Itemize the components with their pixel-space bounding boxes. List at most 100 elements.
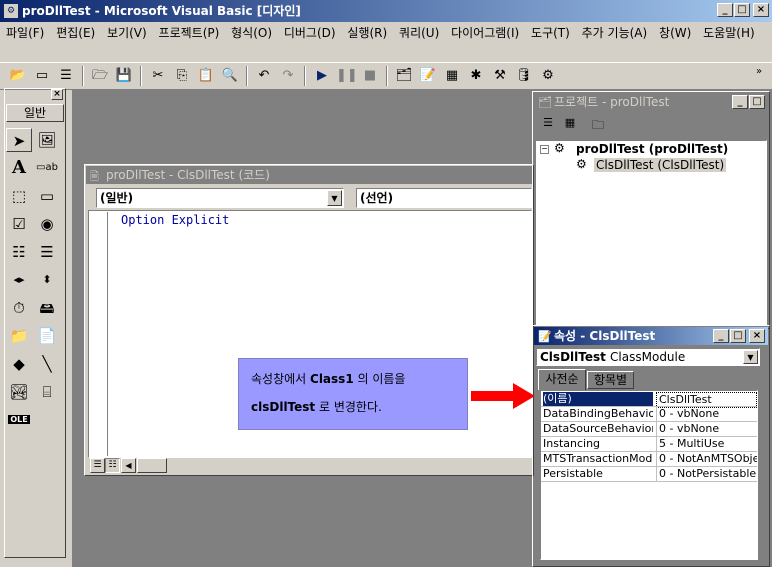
copy-icon[interactable]: ⎘ <box>172 66 192 86</box>
project-maximize-button[interactable]: □ <box>749 95 765 109</box>
property-value[interactable]: ClsDllTest <box>656 392 757 408</box>
maximize-button[interactable]: □ <box>734 3 750 17</box>
paste-icon[interactable]: 📋 <box>196 66 216 86</box>
close-button[interactable]: × <box>753 3 769 17</box>
property-row[interactable]: DataSourceBehavior 0 - vbNone <box>541 422 757 437</box>
property-row[interactable]: DataBindingBehavior 0 - vbNone <box>541 407 757 422</box>
component-manager-icon[interactable]: ⚙ <box>538 66 558 86</box>
menu-window[interactable]: 창(W) <box>659 24 691 42</box>
open-icon[interactable]: 🗁 <box>90 66 110 86</box>
timer-icon[interactable]: ⏱ <box>6 296 32 320</box>
start-icon[interactable]: ▶ <box>312 66 332 86</box>
command-button-icon[interactable]: ▭ <box>34 184 60 208</box>
tree-collapse-icon[interactable]: − <box>540 145 549 154</box>
break-icon[interactable]: ❚❚ <box>336 66 358 86</box>
picture-box-icon[interactable]: 🖼 <box>34 128 60 152</box>
label-icon[interactable]: A <box>6 156 32 180</box>
property-value[interactable]: 0 - NotAnMTSObject <box>656 452 757 466</box>
tree-item-class[interactable]: ClsDllTest (ClsDllTest) <box>594 158 727 172</box>
menu-project[interactable]: 프로젝트(P) <box>159 24 220 42</box>
frame-icon[interactable]: ⬚ <box>6 184 32 208</box>
toolbox-tab-general[interactable]: 일반 <box>6 104 64 122</box>
find-icon[interactable]: 🔍 <box>220 66 240 86</box>
view-object-icon[interactable]: ▦ <box>560 116 580 134</box>
project-minimize-button[interactable]: _ <box>732 95 748 109</box>
view-code-icon[interactable]: ☰ <box>538 116 558 134</box>
callout-text: 의 이름을 <box>353 372 406 386</box>
dir-list-icon[interactable]: 📁 <box>6 324 32 348</box>
menu-view[interactable]: 보기(V) <box>107 24 147 42</box>
project-explorer-icon[interactable]: 🗂 <box>394 66 414 86</box>
menu-addins[interactable]: 추가 기능(A) <box>582 24 648 42</box>
menu-diagram[interactable]: 다이어그램(I) <box>451 24 519 42</box>
property-value[interactable]: 0 - vbNone <box>656 422 757 436</box>
ole-icon[interactable]: OLE <box>6 408 32 432</box>
procedure-view-icon[interactable]: ☰ <box>90 458 105 473</box>
hscroll-icon[interactable]: ◂▸ <box>6 268 32 292</box>
shape-icon[interactable]: ◆ <box>6 352 32 376</box>
menu-editor-icon[interactable]: ☰ <box>56 66 76 86</box>
menu-help[interactable]: 도움말(H) <box>703 24 755 42</box>
file-list-icon[interactable]: 📄 <box>34 324 60 348</box>
toolbox-icon[interactable]: ⚒ <box>490 66 510 86</box>
properties-window-icon[interactable]: 📝 <box>418 66 438 86</box>
listbox-icon[interactable]: ☰ <box>34 240 60 264</box>
toolbox-close-button[interactable]: × <box>51 89 63 100</box>
tree-item-project[interactable]: proDllTest (proDllTest) <box>576 142 728 156</box>
minimize-button[interactable]: _ <box>717 3 733 17</box>
menu-tools[interactable]: 도구(T) <box>531 24 570 42</box>
menu-format[interactable]: 형식(O) <box>231 24 272 42</box>
code-text[interactable]: Option Explicit <box>121 213 229 227</box>
menu-debug[interactable]: 디버그(D) <box>284 24 336 42</box>
image-icon[interactable]: 🏞 <box>6 380 32 404</box>
line-icon[interactable]: ╲ <box>34 352 60 376</box>
option-button-icon[interactable]: ◉ <box>34 212 60 236</box>
properties-minimize-button[interactable]: _ <box>713 329 729 343</box>
property-row[interactable]: Instancing 5 - MultiUse <box>541 437 757 452</box>
textbox-icon[interactable]: ▭ab <box>34 156 60 180</box>
vb-app-icon: ⚙ <box>4 4 18 18</box>
chevron-down-icon[interactable]: ▼ <box>743 350 758 364</box>
property-row[interactable]: (이름) ClsDllTest <box>541 392 757 408</box>
pointer-icon[interactable]: ➤ <box>6 128 32 152</box>
cut-icon[interactable]: ✂ <box>148 66 168 86</box>
data-view-icon[interactable]: 🛢 <box>514 66 534 86</box>
properties-window-title-bar: 📝 속성 - ClsDllTest _ □ × <box>534 327 768 345</box>
hscroll-thumb[interactable] <box>137 458 167 473</box>
drive-list-icon[interactable]: 🖴 <box>34 296 60 320</box>
menu-edit[interactable]: 편집(E) <box>56 24 95 42</box>
property-row[interactable]: MTSTransactionMode 0 - NotAnMTSObject <box>541 452 757 467</box>
properties-object-combobox[interactable]: ClsDllTest ClassModule ▼ <box>536 348 760 366</box>
procedure-combobox[interactable]: (선언) <box>356 188 532 208</box>
menu-file[interactable]: 파일(F) <box>6 24 44 42</box>
save-icon[interactable]: 💾 <box>114 66 134 86</box>
object-browser-icon[interactable]: ✱ <box>466 66 486 86</box>
property-value[interactable]: 5 - MultiUse <box>656 437 757 451</box>
add-form-icon[interactable]: ▭ <box>32 66 52 86</box>
combobox-icon[interactable]: ☷ <box>6 240 32 264</box>
vscroll-icon[interactable]: ⬍ <box>34 268 60 292</box>
property-value[interactable]: 0 - vbNone <box>656 407 757 421</box>
menu-query[interactable]: 쿼리(U) <box>399 24 439 42</box>
scroll-left-icon[interactable]: ◀ <box>121 458 136 473</box>
tab-alphabetic[interactable]: 사전순 <box>538 369 586 390</box>
toggle-folders-icon[interactable]: 🗀 <box>588 116 608 134</box>
add-project-icon[interactable]: 📂 <box>8 66 28 86</box>
properties-close-button[interactable]: × <box>749 329 765 343</box>
checkbox-icon[interactable]: ☑ <box>6 212 32 236</box>
full-module-view-icon[interactable]: ☷ <box>105 458 120 473</box>
toolbar-overflow-icon[interactable]: » <box>756 66 762 77</box>
end-icon[interactable]: ■ <box>360 66 380 86</box>
redo-icon[interactable]: ↷ <box>278 66 298 86</box>
property-value[interactable]: 0 - NotPersistable <box>656 467 757 481</box>
tab-categorized[interactable]: 항목별 <box>587 371 634 389</box>
undo-icon[interactable]: ↶ <box>254 66 274 86</box>
chevron-down-icon[interactable]: ▼ <box>327 190 342 206</box>
data-icon[interactable]: ⌸ <box>34 380 60 404</box>
form-layout-icon[interactable]: ▦ <box>442 66 462 86</box>
menu-run[interactable]: 실행(R) <box>347 24 387 42</box>
menu-bar: 파일(F) 편집(E) 보기(V) 프로젝트(P) 형식(O) 디버그(D) 실… <box>0 22 772 62</box>
property-row[interactable]: Persistable 0 - NotPersistable <box>541 467 757 482</box>
properties-maximize-button[interactable]: □ <box>730 329 746 343</box>
object-combobox[interactable]: (일반) ▼ <box>96 188 344 208</box>
